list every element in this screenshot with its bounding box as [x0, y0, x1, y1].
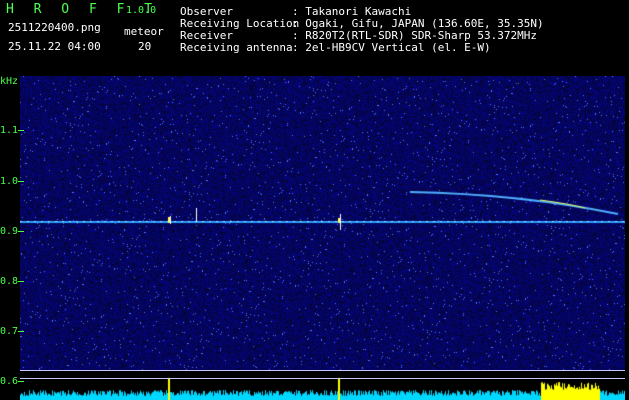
freq-label-0.9: 0.9: [0, 226, 19, 237]
freq-label-0.6: 0.6: [0, 376, 19, 387]
freq-tick: [18, 281, 24, 282]
antenna-label: Receiving antenna: [180, 41, 293, 54]
meteor-count: 20: [138, 40, 152, 53]
separator-line: [20, 370, 625, 371]
freq-label-0.7: 0.7: [0, 326, 19, 337]
freq-tick: [18, 331, 24, 332]
file-name: 2511220400.png: [8, 21, 101, 34]
freq-label-1.0: 1.0: [0, 176, 19, 187]
app-version: 1.0.0: [126, 5, 157, 16]
header-panel: H R O F F T 1.0.0 2511220400.png meteor …: [0, 0, 629, 75]
meteor-label: meteor: [124, 25, 164, 38]
freq-unit: kHz: [0, 76, 19, 87]
freq-tick: [18, 130, 24, 131]
freq-label-1.1: 1.1: [0, 125, 19, 136]
separator-line: [20, 378, 625, 379]
spectrogram: [20, 76, 625, 371]
freq-tick: [18, 231, 24, 232]
freq-label-0.8: 0.8: [0, 276, 19, 287]
antenna-value: : 2el-HB9CV Vertical (el. E-W): [292, 41, 491, 54]
date-time: 25.11.22 04:00: [8, 40, 101, 53]
freq-tick: [18, 181, 24, 182]
freq-tick: [18, 381, 24, 382]
signal-level-strip: [20, 370, 625, 400]
